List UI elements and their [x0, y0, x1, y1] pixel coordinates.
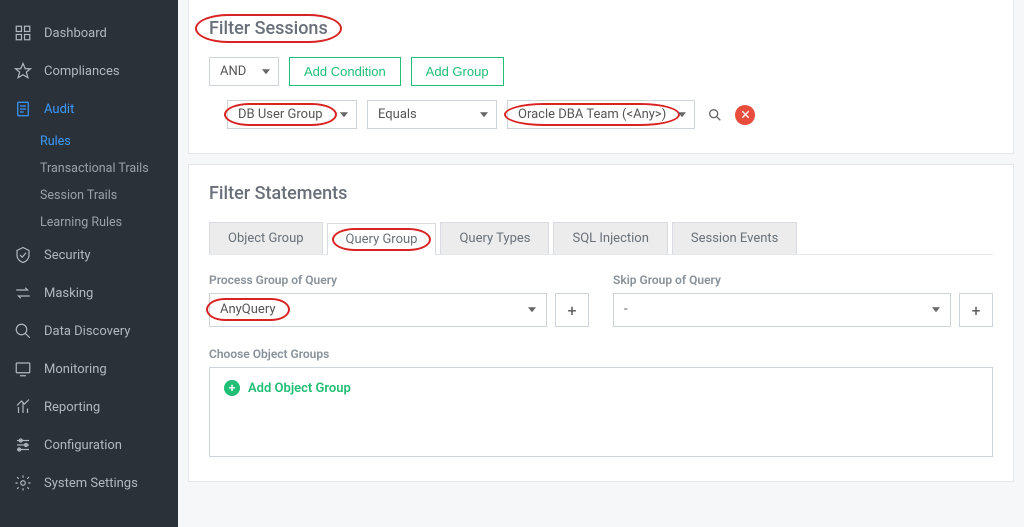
- logic-select[interactable]: AND: [209, 57, 279, 86]
- nav-masking[interactable]: Masking: [0, 274, 178, 312]
- tab-query-group[interactable]: Query Group: [327, 223, 437, 255]
- object-groups-box: + Add Object Group: [209, 367, 993, 457]
- plus-circle-icon: +: [224, 380, 240, 396]
- chevron-down-icon: [480, 112, 488, 117]
- nav-label: Reporting: [44, 400, 100, 415]
- nav-reporting[interactable]: Reporting: [0, 388, 178, 426]
- condition-field-select[interactable]: DB User Group: [227, 100, 357, 129]
- chevron-down-icon: [262, 69, 270, 74]
- nav-audit-session[interactable]: Session Trails: [0, 182, 178, 209]
- filter-condition-row: DB User Group Equals Oracle DBA Team (<A…: [209, 100, 993, 129]
- filter-sessions-controls: AND Add Condition Add Group: [209, 57, 993, 86]
- chevron-down-icon: [932, 307, 940, 312]
- filter-statements-panel: Filter Statements Object Group Query Gro…: [188, 164, 1014, 482]
- nav-label: System Settings: [44, 476, 138, 491]
- process-group-select[interactable]: AnyQuery: [209, 293, 547, 327]
- nav-label: Audit: [44, 102, 74, 117]
- gear-icon: [14, 474, 32, 492]
- condition-operator-select[interactable]: Equals: [367, 100, 497, 129]
- grid-icon: [14, 24, 32, 42]
- tab-query-types[interactable]: Query Types: [440, 222, 549, 254]
- chevron-down-icon: [528, 307, 536, 312]
- filter-statements-title: Filter Statements: [209, 183, 347, 204]
- search-icon: [14, 322, 32, 340]
- sidebar: Dashboard Compliances Audit Rules Transa…: [0, 0, 178, 527]
- nav-audit-transactional[interactable]: Transactional Trails: [0, 155, 178, 182]
- skip-group-field: Skip Group of Query - +: [613, 273, 993, 327]
- nav-security[interactable]: Security: [0, 236, 178, 274]
- chart-icon: [14, 398, 32, 416]
- search-condition-button[interactable]: [705, 105, 725, 125]
- main-content: Filter Sessions AND Add Condition Add Gr…: [178, 0, 1024, 527]
- skip-group-select[interactable]: -: [613, 293, 951, 327]
- skip-group-label: Skip Group of Query: [613, 273, 993, 287]
- condition-value-select[interactable]: Oracle DBA Team (<Any>): [507, 100, 695, 129]
- swap-icon: [14, 284, 32, 302]
- filter-sessions-panel: Filter Sessions AND Add Condition Add Gr…: [188, 0, 1014, 154]
- chevron-down-icon: [340, 112, 348, 117]
- process-group-label: Process Group of Query: [209, 273, 589, 287]
- nav-label: Data Discovery: [44, 324, 130, 339]
- star-icon: [14, 62, 32, 80]
- tab-object-group[interactable]: Object Group: [209, 222, 323, 254]
- nav-label: Security: [44, 248, 91, 263]
- process-group-field: Process Group of Query AnyQuery +: [209, 273, 589, 327]
- nav-system-settings[interactable]: System Settings: [0, 464, 178, 502]
- nav-label: Dashboard: [44, 26, 107, 41]
- query-group-fields: Process Group of Query AnyQuery + Skip G…: [209, 273, 993, 327]
- nav-label: Masking: [44, 286, 93, 301]
- nav-audit-learning[interactable]: Learning Rules: [0, 209, 178, 236]
- add-condition-button[interactable]: Add Condition: [289, 57, 401, 86]
- nav-label: Compliances: [44, 64, 120, 79]
- nav-audit-rules[interactable]: Rules: [0, 128, 178, 155]
- tab-session-events[interactable]: Session Events: [672, 222, 797, 254]
- nav-discovery[interactable]: Data Discovery: [0, 312, 178, 350]
- nav-configuration[interactable]: Configuration: [0, 426, 178, 464]
- choose-object-groups-label: Choose Object Groups: [209, 347, 993, 361]
- nav-compliances[interactable]: Compliances: [0, 52, 178, 90]
- document-icon: [14, 100, 32, 118]
- delete-condition-button[interactable]: [735, 105, 755, 125]
- nav-monitoring[interactable]: Monitoring: [0, 350, 178, 388]
- nav-audit[interactable]: Audit: [0, 90, 178, 128]
- nav-dashboard[interactable]: Dashboard: [0, 14, 178, 52]
- statement-tabs: Object Group Query Group Query Types SQL…: [209, 222, 993, 255]
- nav-label: Monitoring: [44, 362, 107, 377]
- add-object-group-button[interactable]: + Add Object Group: [224, 380, 978, 396]
- tab-sql-injection[interactable]: SQL Injection: [553, 222, 667, 254]
- sliders-icon: [14, 436, 32, 454]
- nav-label: Configuration: [44, 438, 122, 453]
- shield-icon: [14, 246, 32, 264]
- chevron-down-icon: [678, 112, 686, 117]
- filter-sessions-title: Filter Sessions: [209, 18, 328, 39]
- monitor-icon: [14, 360, 32, 378]
- add-group-button[interactable]: Add Group: [411, 57, 504, 86]
- add-process-group-button[interactable]: +: [555, 293, 589, 327]
- add-skip-group-button[interactable]: +: [959, 293, 993, 327]
